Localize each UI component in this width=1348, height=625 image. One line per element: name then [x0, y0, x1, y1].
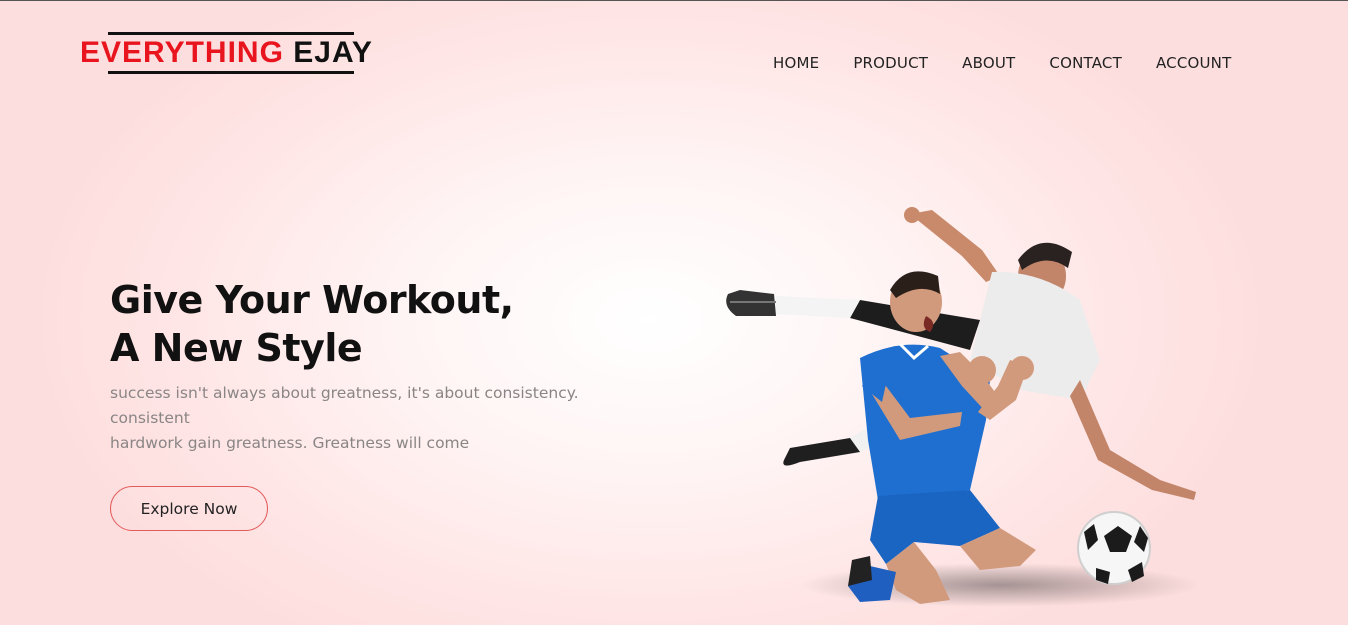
nav-home[interactable]: HOME: [773, 54, 819, 72]
nav-account[interactable]: ACCOUNT: [1156, 54, 1232, 72]
logo-bar-bottom: [108, 71, 354, 74]
hero-sub-line2: consistent: [110, 409, 190, 427]
soccer-players-image: [726, 207, 1200, 607]
hero-subtitle: success isn't always about greatness, it…: [110, 381, 610, 456]
hero-sub-line1: success isn't always about greatness, it…: [110, 384, 579, 402]
logo-text-part1: EVERYTHING: [80, 36, 284, 69]
nav-about[interactable]: ABOUT: [962, 54, 1015, 72]
logo-text: EVERYTHING EJAY: [80, 35, 373, 71]
nav-contact[interactable]: CONTACT: [1049, 54, 1122, 72]
nav-product[interactable]: PRODUCT: [853, 54, 928, 72]
hero-title-line2: A New Style: [110, 326, 363, 370]
hero-sub-line3: hardwork gain greatness. Greatness will …: [110, 434, 470, 452]
top-divider: [0, 0, 1348, 1]
hero-title-line1: Give Your Workout,: [110, 278, 514, 322]
hero-title: Give Your Workout, A New Style: [110, 276, 514, 372]
brand-logo[interactable]: EVERYTHING EJAY: [80, 32, 385, 76]
logo-text-part2: EJAY: [293, 36, 373, 69]
soccer-ball-figure: [1077, 511, 1151, 585]
explore-now-button[interactable]: Explore Now: [110, 486, 268, 531]
main-nav: HOME PRODUCT ABOUT CONTACT ACCOUNT: [773, 54, 1231, 72]
